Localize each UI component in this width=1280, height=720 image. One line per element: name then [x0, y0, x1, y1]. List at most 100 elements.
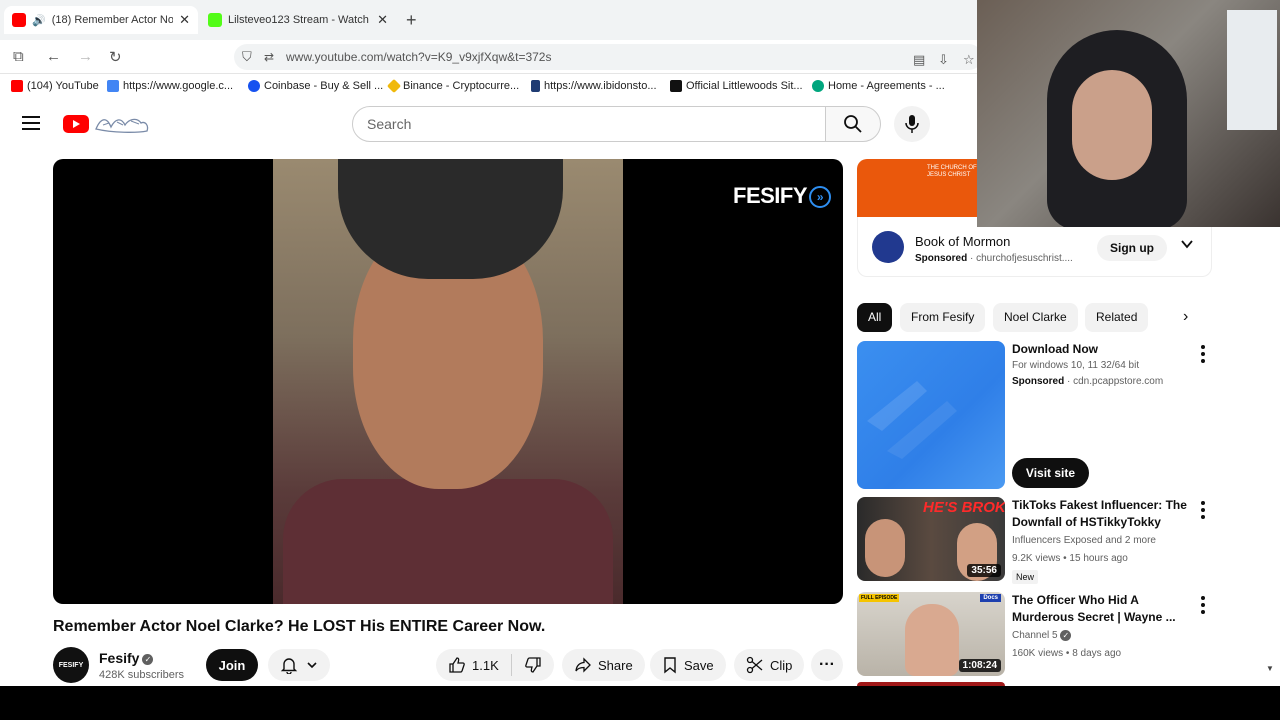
bookmark-ibidonstore[interactable]: https://www.ibidonsto... [531, 80, 657, 92]
chip-noel-clarke[interactable]: Noel Clarke [993, 303, 1078, 332]
littlewoods-icon [670, 80, 682, 92]
duration-badge: 1:08:24 [958, 659, 1001, 672]
more-options-icon[interactable] [1201, 501, 1205, 519]
microphone-icon [905, 115, 919, 133]
page-icon [531, 80, 540, 92]
sponsor-banner-text: THE CHURCH OF JESUS CHRIST [927, 165, 977, 178]
kick-favicon-icon [208, 13, 222, 27]
tab-title: (18) Remember Actor Noel [51, 14, 174, 26]
share-icon [575, 657, 591, 673]
youtube-logo-icon[interactable] [63, 115, 89, 133]
rec-subtitle: For windows 10, 11 32/64 bit [1012, 360, 1140, 371]
youtube-favicon-icon [12, 13, 26, 27]
clip-button[interactable]: Clip [734, 649, 805, 681]
notifications-button[interactable] [268, 649, 330, 681]
youtube-icon [11, 80, 23, 92]
search-icon [844, 115, 862, 133]
site-settings-icon[interactable]: ⇄ [264, 44, 274, 70]
menu-icon[interactable] [22, 116, 40, 130]
coinbase-icon [248, 80, 260, 92]
search-input[interactable]: Search [352, 106, 826, 142]
more-actions-icon[interactable]: ··· [811, 649, 843, 681]
rec-title: TikToks Fakest Influencer: The Downfall … [1012, 498, 1187, 529]
bookmark-binance[interactable]: Binance - Cryptocurre... [386, 78, 519, 94]
list-item[interactable]: HE'S BROKE 35:56 TikToks Fakest Influenc… [857, 497, 1212, 585]
new-tab-icon[interactable]: + [406, 10, 417, 31]
url-text: www.youtube.com/watch?v=K9_v9xjfXqw&t=37… [286, 50, 552, 64]
subscriber-count: 428K subscribers [99, 669, 184, 681]
bell-icon [280, 658, 298, 674]
agreements-icon [812, 80, 824, 92]
thumbnail-text: HE'S BROKE [923, 499, 1005, 516]
more-options-icon[interactable] [1201, 345, 1205, 363]
url-field[interactable]: ⛉ ⇄ www.youtube.com/watch?v=K9_v9xjfXqw&… [234, 44, 982, 70]
search-button[interactable] [825, 106, 881, 142]
reload-icon[interactable]: ↻ [109, 48, 122, 66]
visit-site-button[interactable]: Visit site [1012, 458, 1089, 488]
close-tab-icon[interactable]: ✕ [377, 12, 388, 28]
bookmark-youtube[interactable]: (104) YouTube [11, 80, 99, 92]
share-button[interactable]: Share [562, 649, 645, 681]
channel-name[interactable]: Fesify ✓ [99, 650, 154, 666]
video-thumbnail-partial [857, 682, 1005, 686]
chip-related[interactable]: Related [1085, 303, 1149, 332]
fast-forward-icon: » [809, 186, 832, 209]
thumbnail-tag: FULL EPISODE [859, 594, 900, 602]
video-title: Remember Actor Noel Clarke? He LOST His … [53, 618, 546, 635]
youtube-doodle-icon[interactable] [93, 113, 151, 135]
sponsor-meta: Sponsored · churchofjesuschrist.... [915, 253, 1073, 264]
webcam-overlay [977, 0, 1280, 227]
rec-title: Download Now [1012, 342, 1098, 356]
forward-icon[interactable]: → [78, 48, 93, 65]
tab-active[interactable]: 🔊 (18) Remember Actor Noel ✕ [4, 6, 198, 34]
chip-all[interactable]: All [857, 303, 893, 332]
sponsor-name: Book of Mormon [915, 234, 1011, 249]
video-thumbnail[interactable]: FULL EPISODE Docs 1:08:24 [857, 592, 1005, 676]
tab-stream[interactable]: Lilsteveo123 Stream - Watch Liv ✕ [200, 6, 396, 34]
rec-meta: 9.2K views • 15 hours ago [1012, 553, 1128, 564]
thumbnail-tag: Docs [980, 594, 1001, 602]
verified-icon: ✓ [1060, 630, 1072, 641]
list-item[interactable]: Download Now For windows 10, 11 32/64 bi… [857, 341, 1212, 491]
chevron-down-icon [307, 662, 317, 669]
like-icon[interactable] [448, 656, 466, 674]
favorite-star-icon[interactable]: ☆ [963, 52, 975, 68]
join-button[interactable]: Join [206, 649, 258, 681]
video-frame [273, 159, 623, 604]
video-thumbnail[interactable]: HE'S BROKE 35:56 [857, 497, 1005, 581]
chevron-down-icon[interactable] [1180, 237, 1194, 251]
chevron-right-icon[interactable]: › [1183, 308, 1188, 326]
video-player[interactable]: FESIFY» [53, 159, 843, 604]
install-app-icon[interactable]: ⇩ [938, 52, 949, 68]
rec-sponsor-line: Sponsored · cdn.pcappstore.com [1012, 376, 1164, 387]
rec-meta: 160K views • 8 days ago [1012, 648, 1122, 659]
chip-from-fesify[interactable]: From Fesify [900, 303, 986, 332]
save-button[interactable]: Save [650, 649, 726, 681]
bookmark-agreements[interactable]: Home - Agreements - ... [812, 80, 945, 92]
reader-icon[interactable]: ▤ [913, 52, 925, 68]
scroll-down-icon[interactable]: ▼ [1266, 664, 1274, 673]
dislike-icon[interactable] [524, 656, 542, 674]
binance-icon [386, 78, 402, 94]
bookmark-google[interactable]: https://www.google.c... [107, 80, 233, 92]
speaker-icon: 🔊 [32, 14, 46, 27]
ad-thumbnail[interactable] [857, 341, 1005, 489]
bookmark-coinbase[interactable]: Coinbase - Buy & Sell ... [248, 80, 383, 92]
new-badge: New [1012, 570, 1039, 584]
channel-avatar[interactable]: FESIFY [53, 647, 89, 683]
list-item[interactable]: FULL EPISODE Docs 1:08:24 The Officer Wh… [857, 592, 1212, 680]
back-icon[interactable]: ← [46, 48, 61, 65]
like-count[interactable]: 1.1K [472, 658, 499, 673]
sponsor-logo-icon [872, 231, 904, 263]
voice-search-button[interactable] [894, 106, 930, 142]
tab-actions-icon[interactable]: ⧉ [13, 48, 24, 65]
bookmark-littlewoods[interactable]: Official Littlewoods Sit... [670, 80, 803, 92]
scissors-icon [746, 656, 763, 674]
more-options-icon[interactable] [1201, 596, 1205, 614]
rec-channel: Influencers Exposed and 2 more [1012, 535, 1156, 546]
rec-channel: Channel 5 ✓ [1012, 630, 1072, 641]
close-tab-icon[interactable]: ✕ [179, 12, 190, 28]
verified-icon: ✓ [142, 653, 154, 665]
channel-watermark: FESIFY» [733, 183, 832, 209]
sign-up-button[interactable]: Sign up [1097, 235, 1167, 261]
